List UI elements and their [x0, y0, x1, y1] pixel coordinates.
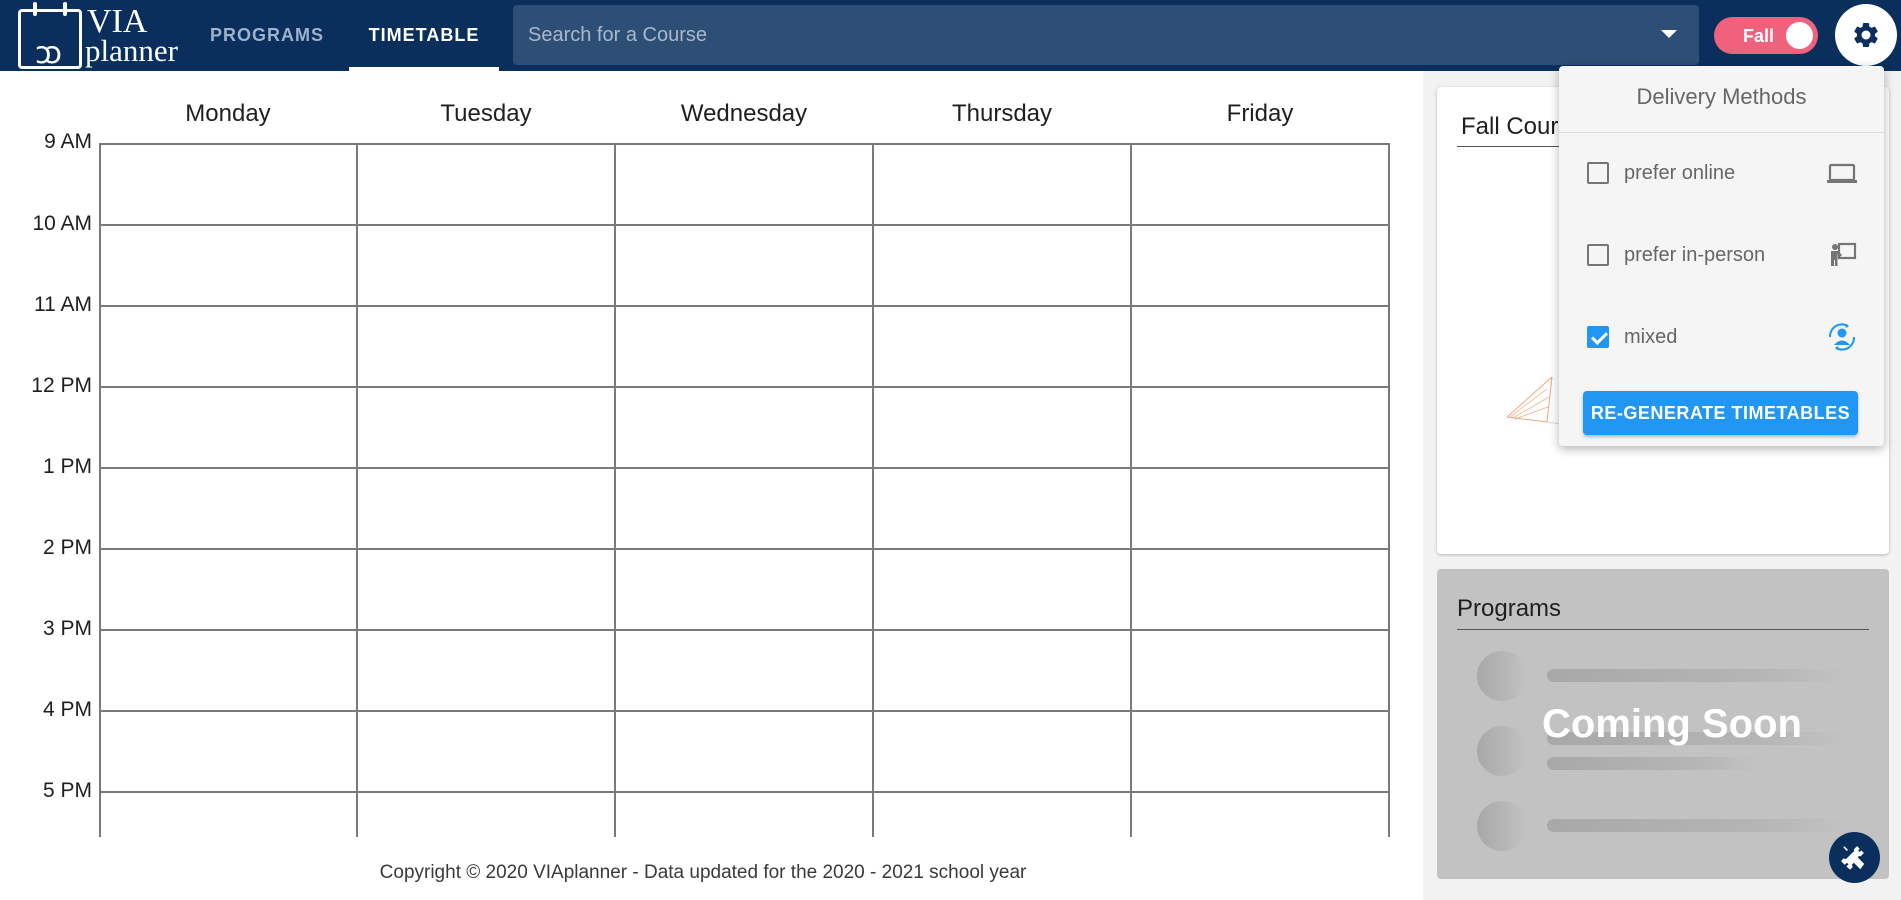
time-label-1pm: 1 PM: [42, 455, 92, 478]
grid-line: [1130, 143, 1132, 837]
grid-line: [99, 143, 1390, 145]
grid-line: [99, 224, 1390, 226]
delivery-methods-title: Delivery Methods: [1636, 84, 1807, 109]
tab-programs[interactable]: PROGRAMS: [196, 0, 338, 71]
tools-icon: [1841, 846, 1865, 870]
day-header-tuesday: Tuesday: [440, 100, 532, 127]
divider: [1559, 132, 1884, 133]
term-toggle-label: Fall: [1743, 26, 1775, 46]
programs-card: Programs Coming Soon: [1437, 569, 1889, 879]
skeleton-avatar: [1477, 801, 1527, 851]
time-label-12pm: 12 PM: [31, 374, 92, 397]
grid-line: [99, 143, 101, 837]
skeleton-avatar: [1477, 726, 1527, 776]
skeleton-line: [1547, 819, 1847, 832]
option-prefer-in-person[interactable]: prefer in-person: [1559, 235, 1884, 275]
toggle-knob[interactable]: [1786, 22, 1813, 49]
grid-line: [356, 143, 358, 837]
calendar-logo-icon: ↄↄ: [18, 2, 82, 71]
grid-line: [872, 143, 874, 837]
option-prefer-online[interactable]: prefer online: [1559, 153, 1884, 193]
coming-soon-overlay: Coming Soon: [1542, 702, 1802, 746]
tools-fab-button[interactable]: [1829, 832, 1880, 883]
skeleton-line: [1547, 669, 1847, 682]
divider: [1457, 629, 1869, 630]
day-header-monday: Monday: [185, 100, 271, 127]
regenerate-timetables-button[interactable]: RE-GENERATE TIMETABLES: [1583, 391, 1858, 435]
time-label-2pm: 2 PM: [42, 536, 92, 559]
option-label: prefer in-person: [1624, 244, 1766, 266]
prefer-online-checkbox[interactable]: [1587, 162, 1609, 184]
logo-text-planner: planner: [85, 33, 178, 68]
time-label-5pm: 5 PM: [42, 779, 92, 802]
time-label-10am: 10 AM: [32, 212, 92, 235]
settings-button[interactable]: [1835, 4, 1897, 66]
option-mixed[interactable]: mixed: [1559, 317, 1884, 357]
option-label: prefer online: [1624, 162, 1736, 184]
timetable-grid: [99, 143, 1390, 837]
gear-icon: [1854, 22, 1878, 47]
skeleton-line: [1547, 757, 1757, 770]
programs-title: Programs: [1457, 595, 1562, 622]
dropdown-caret-icon[interactable]: [1661, 30, 1677, 38]
copyright-text: Copyright © 2020 VIAplanner - Data updat…: [379, 862, 1027, 883]
top-app-bar: ↄↄ VIA planner PROGRAMS TIMETABLE Fall: [0, 0, 1901, 71]
delivery-methods-menu: Delivery Methods prefer online prefer in…: [1559, 66, 1884, 446]
tab-timetable[interactable]: TIMETABLE: [349, 0, 499, 71]
grid-line: [614, 143, 616, 837]
time-label-9am: 9 AM: [44, 130, 92, 153]
grid-line: [99, 305, 1390, 307]
course-search-input[interactable]: [513, 5, 1643, 65]
grid-line: [1388, 143, 1390, 837]
prefer-in-person-checkbox[interactable]: [1587, 244, 1609, 266]
grid-line: [99, 629, 1390, 631]
day-header-wednesday: Wednesday: [680, 100, 808, 127]
course-search-box[interactable]: [513, 5, 1699, 65]
presenter-icon: [1831, 242, 1857, 266]
grid-line: [99, 386, 1390, 388]
fall-courses-title: Fall Cour: [1461, 113, 1559, 140]
mixed-person-icon: [1828, 323, 1856, 351]
time-label-3pm: 3 PM: [42, 617, 92, 640]
laptop-icon: [1827, 163, 1857, 183]
term-toggle[interactable]: Fall: [1714, 17, 1818, 54]
grid-line: [99, 710, 1390, 712]
skeleton-avatar: [1477, 651, 1527, 701]
mixed-checkbox[interactable]: [1587, 326, 1609, 348]
viaplanner-logo[interactable]: ↄↄ VIA planner: [16, 2, 181, 71]
option-label: mixed: [1624, 326, 1678, 348]
time-label-4pm: 4 PM: [42, 698, 92, 721]
day-header-thursday: Thursday: [951, 100, 1053, 127]
time-label-11am: 11 AM: [34, 293, 92, 316]
grid-line: [99, 548, 1390, 550]
day-header-friday: Friday: [1226, 100, 1294, 127]
grid-line: [99, 791, 1390, 793]
grid-line: [99, 467, 1390, 469]
